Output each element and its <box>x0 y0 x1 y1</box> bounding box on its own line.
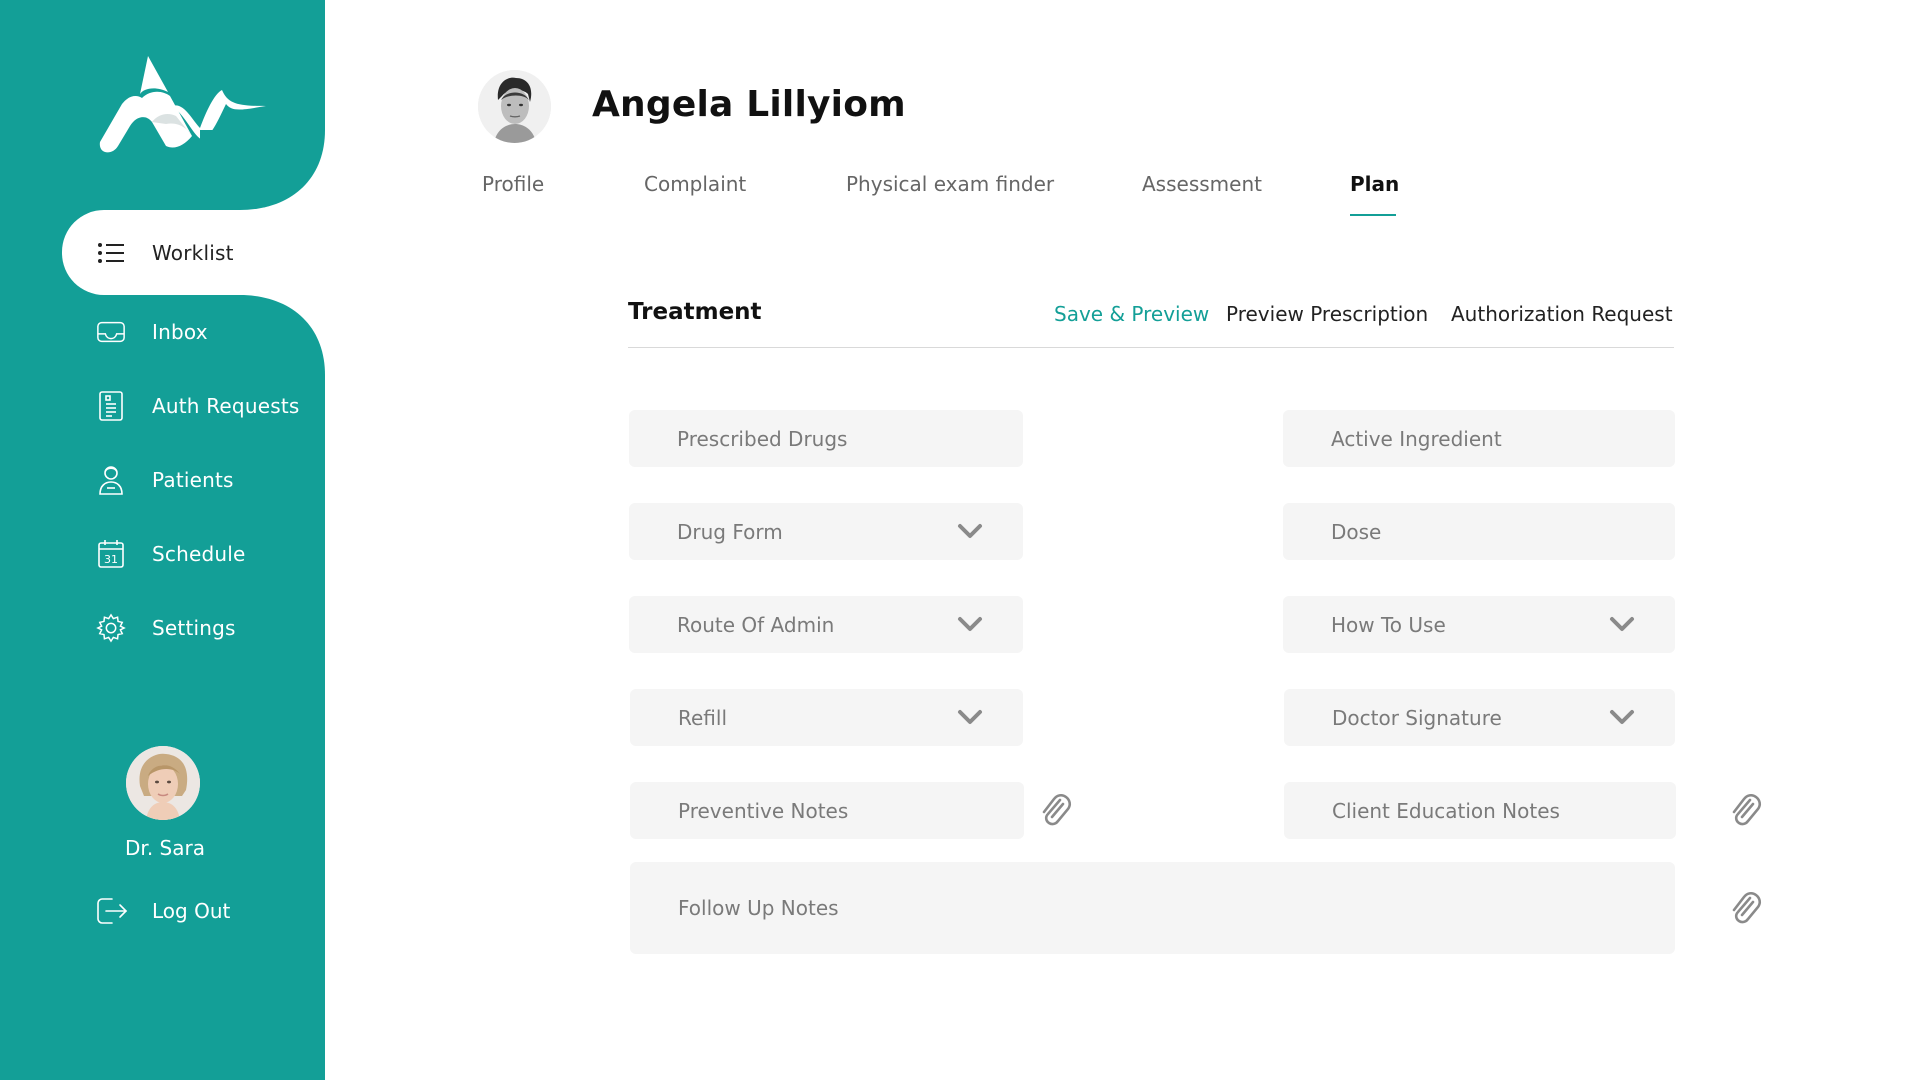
tab-assessment[interactable]: Assessment <box>1142 172 1262 196</box>
avatar[interactable] <box>126 746 200 820</box>
save-preview-link[interactable]: Save & Preview <box>1054 302 1209 326</box>
sidebar-item-settings[interactable]: Settings <box>0 591 325 665</box>
curve-mask-top <box>200 130 325 210</box>
user-profile[interactable] <box>126 746 202 820</box>
preventive-notes-field[interactable]: Preventive Notes <box>630 782 1024 839</box>
prescribed-drugs-placeholder: Prescribed Drugs <box>677 426 848 451</box>
sidebar-item-label: Worklist <box>152 240 234 265</box>
sidebar-item-auth-requests[interactable]: Auth Requests <box>0 369 325 443</box>
drug-form-placeholder: Drug Form <box>677 519 783 544</box>
sidebar-item-label: Auth Requests <box>152 394 300 418</box>
sidebar-item-label: Settings <box>152 616 236 640</box>
refill-select[interactable]: Refill <box>630 689 1023 746</box>
calendar-icon: 31 <box>96 539 126 569</box>
chevron-down-icon <box>958 524 982 538</box>
follow-up-notes-field[interactable]: Follow Up Notes <box>630 862 1675 954</box>
tab-profile[interactable]: Profile <box>482 172 544 196</box>
route-of-admin-select[interactable]: Route Of Admin <box>629 596 1023 653</box>
route-of-admin-placeholder: Route Of Admin <box>677 612 835 637</box>
logout-button[interactable]: Log Out <box>96 895 230 927</box>
gear-icon <box>96 613 126 643</box>
svg-text:31: 31 <box>104 553 118 566</box>
doctor-signature-select[interactable]: Doctor Signature <box>1284 689 1675 746</box>
tab-complaint[interactable]: Complaint <box>644 172 746 196</box>
authorization-request-link[interactable]: Authorization Request <box>1451 302 1673 326</box>
sidebar-item-label: Schedule <box>152 542 246 566</box>
sidebar-item-label: Patients <box>152 468 234 492</box>
preview-prescription-link[interactable]: Preview Prescription <box>1226 302 1428 326</box>
client-education-notes-placeholder: Client Education Notes <box>1332 798 1560 823</box>
preventive-notes-placeholder: Preventive Notes <box>678 798 849 823</box>
logout-label: Log Out <box>152 899 231 923</box>
chevron-down-icon <box>1610 710 1634 724</box>
active-ingredient-placeholder: Active Ingredient <box>1331 426 1502 451</box>
document-icon <box>96 391 126 421</box>
refill-placeholder: Refill <box>678 705 728 730</box>
how-to-use-placeholder: How To Use <box>1331 612 1446 637</box>
patient-icon <box>96 465 126 495</box>
active-ingredient-field[interactable]: Active Ingredient <box>1283 410 1675 467</box>
section-title: Treatment <box>628 299 762 325</box>
client-education-notes-field[interactable]: Client Education Notes <box>1284 782 1676 839</box>
how-to-use-select[interactable]: How To Use <box>1283 596 1675 653</box>
sidebar-item-label: Inbox <box>152 320 208 344</box>
sidebar-item-inbox[interactable]: Inbox <box>0 295 325 369</box>
follow-up-notes-placeholder: Follow Up Notes <box>678 896 839 920</box>
sidebar-nav: Worklist Inbox Auth Requests Patients 31… <box>0 210 325 665</box>
logout-icon <box>96 895 128 927</box>
inbox-icon <box>96 317 126 347</box>
prescribed-drugs-field[interactable]: Prescribed Drugs <box>629 410 1023 467</box>
chevron-down-icon <box>958 710 982 724</box>
chevron-down-icon <box>1610 617 1634 631</box>
active-tab-indicator <box>1350 214 1396 216</box>
list-icon <box>96 238 126 268</box>
paperclip-icon[interactable] <box>1728 890 1762 926</box>
dose-placeholder: Dose <box>1331 519 1382 544</box>
tab-physical-exam-finder[interactable]: Physical exam finder <box>846 172 1054 196</box>
sidebar-item-patients[interactable]: Patients <box>0 443 325 517</box>
drug-form-select[interactable]: Drug Form <box>629 503 1023 560</box>
sidebar-item-worklist[interactable]: Worklist <box>0 210 325 295</box>
divider <box>628 347 1674 348</box>
sidebar-item-schedule[interactable]: 31 Schedule <box>0 517 325 591</box>
paperclip-icon[interactable] <box>1038 792 1072 828</box>
paperclip-icon[interactable] <box>1728 792 1762 828</box>
user-name: Dr. Sara <box>125 836 205 860</box>
chevron-down-icon <box>958 617 982 631</box>
patient-name: Angela Lillyiom <box>592 84 906 125</box>
tab-plan[interactable]: Plan <box>1350 172 1399 196</box>
dose-field[interactable]: Dose <box>1283 503 1675 560</box>
doctor-signature-placeholder: Doctor Signature <box>1332 705 1502 730</box>
patient-avatar <box>478 70 551 143</box>
